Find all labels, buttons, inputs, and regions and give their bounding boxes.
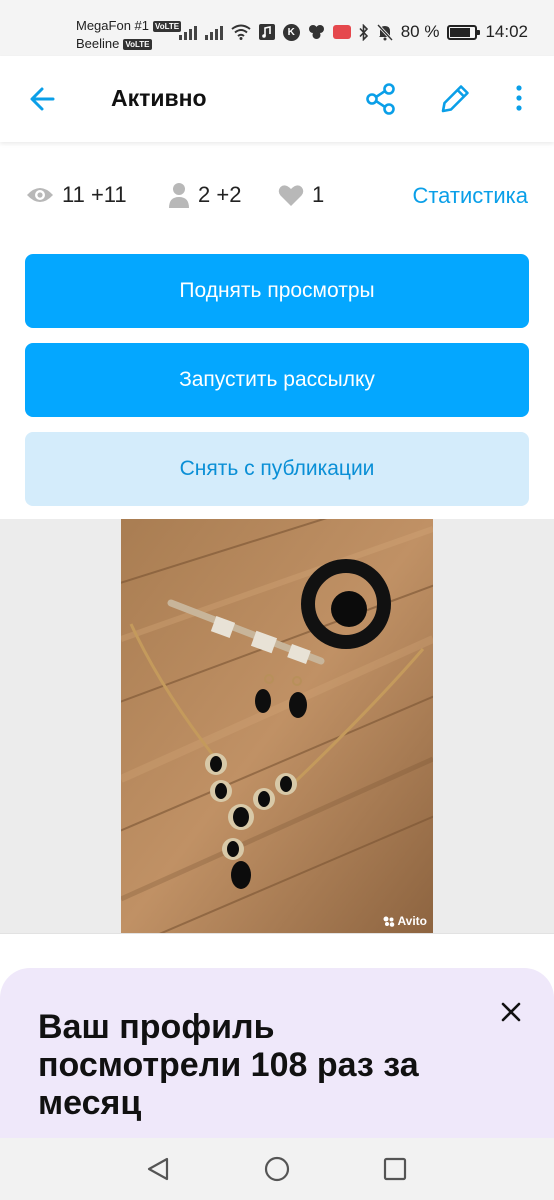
favorites-count: 1 xyxy=(312,182,325,207)
page-title: Активно xyxy=(111,85,207,111)
circle-home-icon xyxy=(264,1156,290,1182)
app-bar: Активно xyxy=(0,56,554,142)
screen: MegaFon #1 VoLTE Beeline VoLTE K 80 % 14… xyxy=(0,0,554,1200)
clock: 14:02 xyxy=(485,22,528,41)
person-icon xyxy=(169,183,189,208)
listing-photo[interactable]: Avito xyxy=(121,519,433,933)
pencil-icon xyxy=(441,85,469,113)
share-button[interactable] xyxy=(364,82,398,116)
banner-close-button[interactable] xyxy=(498,999,524,1025)
status-icons: K 80 % 14:02 xyxy=(178,22,528,42)
nav-home-button[interactable] xyxy=(263,1155,291,1183)
music-icon xyxy=(258,24,275,40)
close-icon xyxy=(501,1002,521,1022)
app-k-icon: K xyxy=(282,23,300,41)
carrier-2: Beeline xyxy=(76,36,120,51)
signal-icon xyxy=(204,24,223,40)
edit-button[interactable] xyxy=(438,82,472,116)
wifi-icon xyxy=(231,24,251,40)
contacts-stat: 2 +2 xyxy=(168,182,241,208)
statistics-link[interactable]: Статистика xyxy=(412,183,528,209)
signal-icon xyxy=(178,24,197,40)
jewelry-photo-image xyxy=(121,519,433,933)
mute-bell-icon xyxy=(376,23,393,41)
views-stat: 11 +11 xyxy=(26,182,127,208)
volte-badge: VoLTE xyxy=(153,20,182,32)
banner-message: Ваш профиль посмотрели 108 раз за месяц xyxy=(38,1008,419,1122)
unpublish-button[interactable]: Снять с публикации xyxy=(25,432,529,506)
eye-icon xyxy=(27,188,53,202)
battery-percent: 80 % xyxy=(400,22,440,41)
avito-watermark: Avito xyxy=(383,914,427,928)
app-icon xyxy=(308,24,325,40)
back-button[interactable] xyxy=(28,84,58,114)
views-count: 11 +11 xyxy=(62,182,127,207)
nav-recents-button[interactable] xyxy=(381,1155,409,1183)
status-bar: MegaFon #1 VoLTE Beeline VoLTE K 80 % 14… xyxy=(0,0,554,56)
contacts-count: 2 +2 xyxy=(198,182,242,207)
more-vertical-icon xyxy=(516,85,522,111)
start-mailing-button[interactable]: Запустить рассылку xyxy=(25,343,529,417)
more-options-button[interactable] xyxy=(510,82,528,116)
carrier-1: MegaFon #1 xyxy=(76,18,149,33)
heart-icon xyxy=(278,184,304,206)
share-icon xyxy=(366,83,395,115)
listing-stats: 11 +11 2 +2 1 Статистика xyxy=(0,172,554,220)
volte-badge: VoLTE xyxy=(123,38,152,50)
favorites-stat: 1 xyxy=(278,182,324,208)
divider xyxy=(0,933,554,934)
system-navigation-bar xyxy=(0,1138,554,1200)
arrow-left-icon xyxy=(30,87,55,111)
photo-gallery[interactable]: Avito xyxy=(0,519,554,933)
raise-views-button[interactable]: Поднять просмотры xyxy=(25,254,529,328)
bluetooth-icon xyxy=(359,23,369,41)
notification-app-icon xyxy=(332,25,351,39)
triangle-back-icon xyxy=(147,1157,169,1181)
battery-icon xyxy=(447,24,481,40)
avito-logo-icon xyxy=(383,916,395,927)
carrier-info: MegaFon #1 VoLTE Beeline VoLTE xyxy=(76,17,182,53)
watermark-text: Avito xyxy=(397,914,427,928)
nav-back-button[interactable] xyxy=(145,1155,173,1183)
square-recents-icon xyxy=(383,1157,407,1181)
